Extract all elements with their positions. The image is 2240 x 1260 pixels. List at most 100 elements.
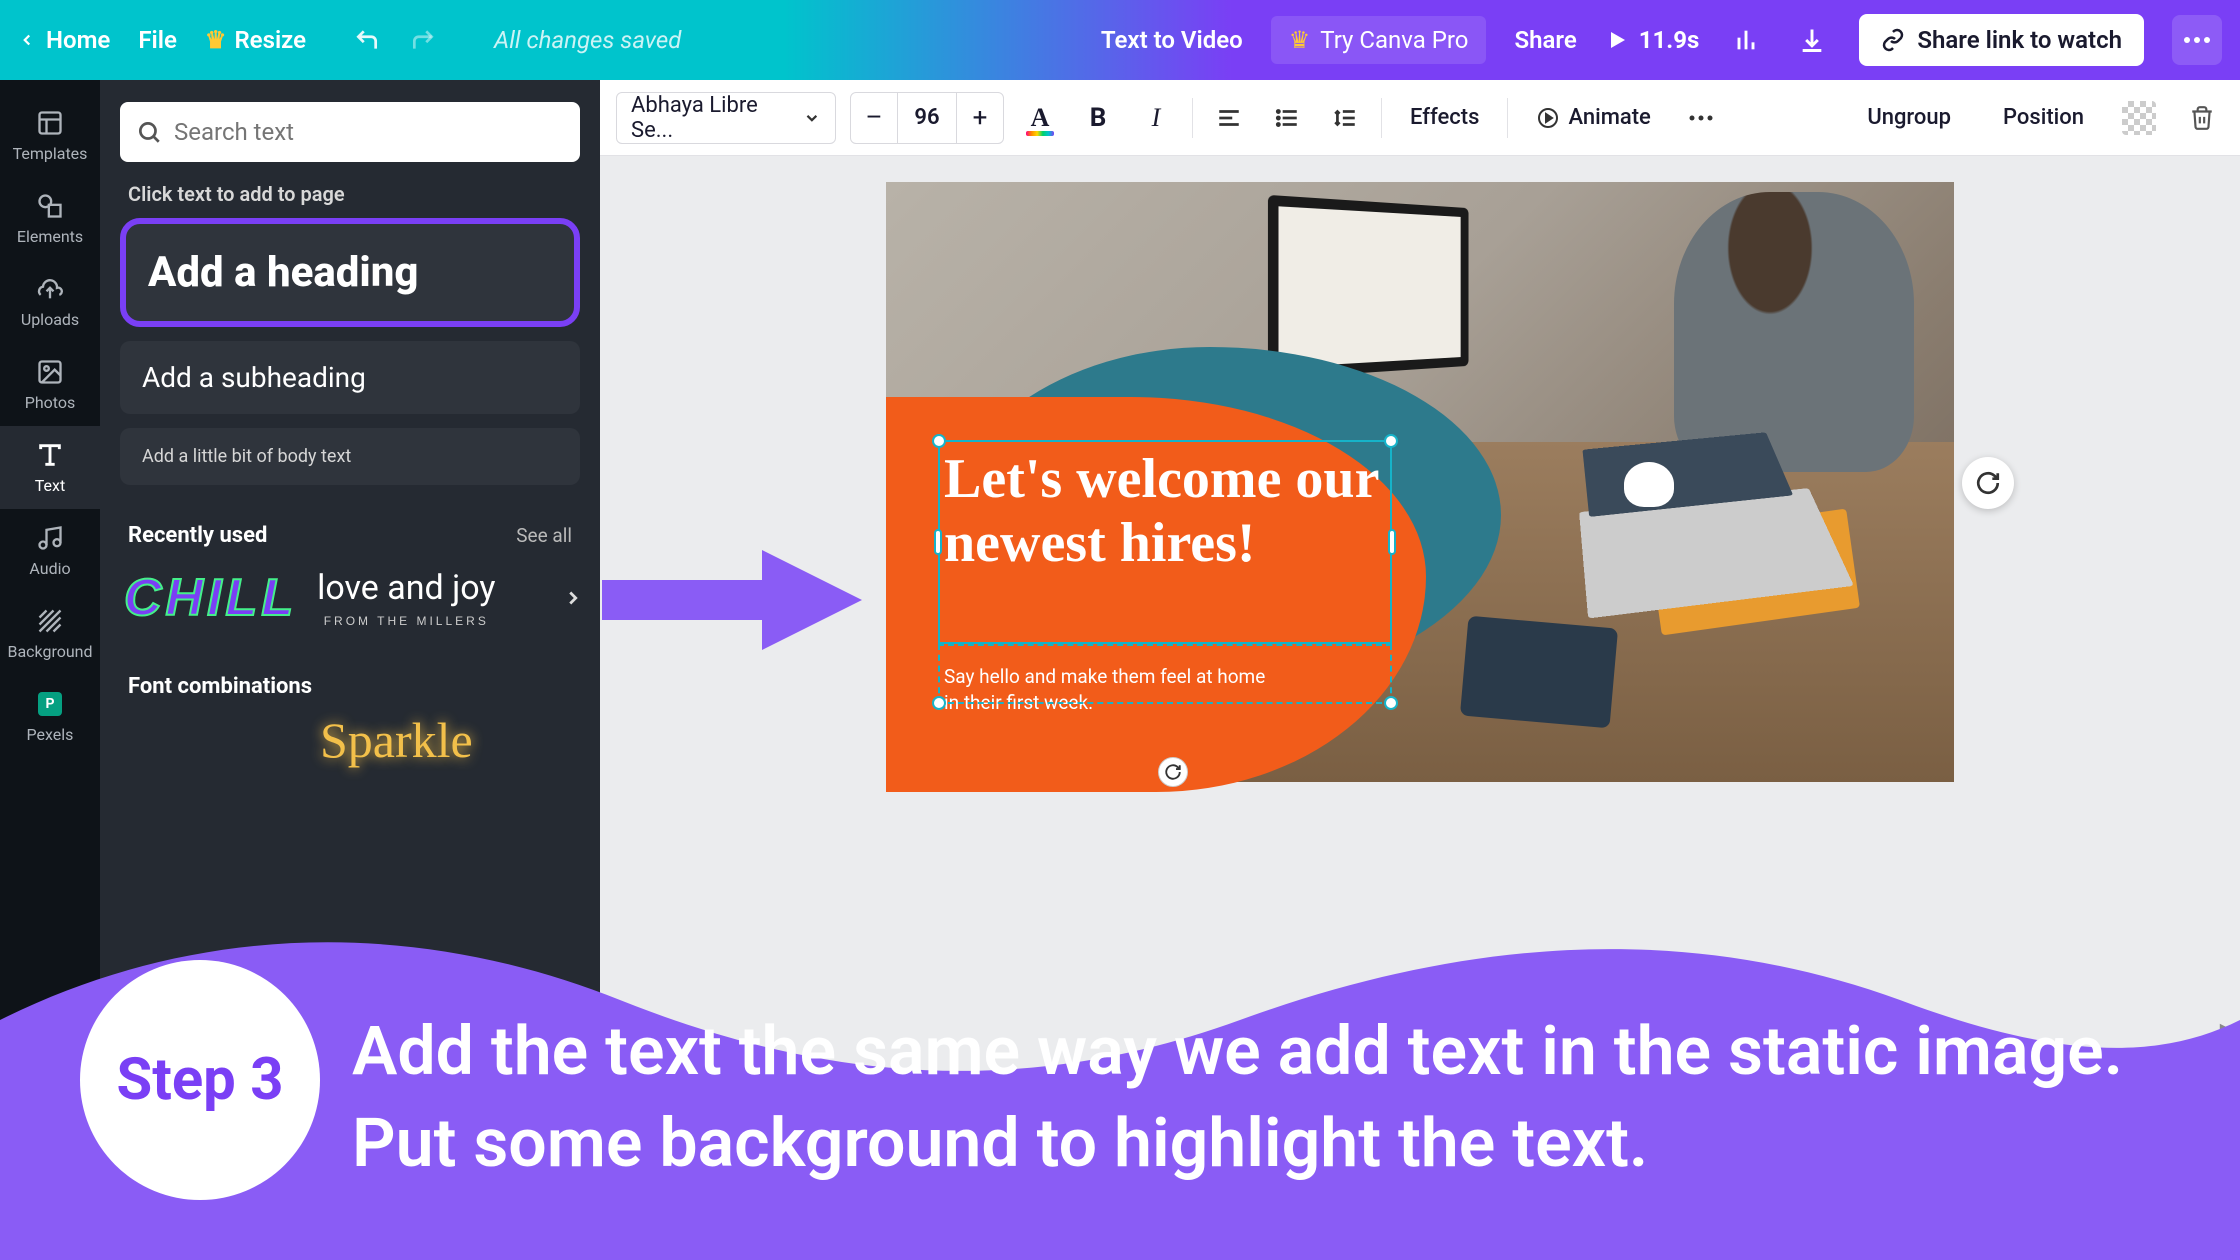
scroll-left-icon[interactable]: ◀ — [608, 1019, 620, 1038]
rail-uploads[interactable]: Uploads — [0, 260, 100, 343]
section-title: Recently used — [128, 523, 267, 548]
crown-icon: ♛ — [1289, 26, 1311, 54]
search-box[interactable] — [120, 102, 580, 162]
canvas-area: Abhaya Libre Se... – 96 + A B I Effects — [600, 80, 2240, 1260]
trash-icon — [2189, 105, 2215, 131]
rotate-handle[interactable] — [1158, 757, 1188, 787]
analytics-button[interactable] — [1727, 21, 1765, 59]
text-sample-sparkle[interactable]: Sparkle — [320, 711, 580, 769]
scroll-right-icon[interactable]: ▶ — [2220, 1019, 2232, 1038]
handle-br[interactable] — [1384, 696, 1398, 710]
font-size-decrease[interactable]: – — [851, 103, 897, 133]
italic-button[interactable]: I — [1134, 96, 1178, 140]
save-status: All changes saved — [494, 26, 681, 54]
file-menu[interactable]: File — [138, 26, 177, 54]
chevron-right-icon — [562, 587, 584, 609]
separator — [1192, 98, 1193, 138]
templates-icon — [35, 108, 65, 138]
spacing-button[interactable] — [1323, 96, 1367, 140]
section-title: Font combinations — [128, 674, 312, 699]
rail-pexels[interactable]: P Pexels — [0, 675, 100, 758]
more-menu-button[interactable] — [2172, 15, 2222, 65]
list-button[interactable] — [1265, 96, 1309, 140]
text-to-video-button[interactable]: Text to Video — [1101, 26, 1243, 54]
home-button[interactable]: Home — [18, 26, 110, 54]
more-icon — [1688, 114, 1714, 122]
animate-button[interactable]: Animate — [1522, 96, 1664, 140]
share-button[interactable]: Share — [1514, 26, 1576, 54]
transparency-button[interactable] — [2122, 101, 2156, 135]
color-bar — [1026, 131, 1054, 136]
download-button[interactable] — [1793, 21, 1831, 59]
link-icon — [1881, 28, 1905, 52]
handle-ml[interactable] — [934, 529, 942, 555]
handle-bl[interactable] — [932, 696, 946, 710]
try-pro-label: Try Canva Pro — [1320, 26, 1468, 54]
redo-icon[interactable] — [410, 27, 436, 53]
top-bar: Home File ♛ Resize All changes saved Tex… — [0, 0, 2240, 80]
see-all-link[interactable]: See all — [516, 524, 572, 547]
rail-text[interactable]: Text — [0, 426, 100, 509]
rail-elements[interactable]: Elements — [0, 177, 100, 260]
font-family-select[interactable]: Abhaya Libre Se... — [616, 92, 836, 144]
text-color-a-icon: A — [1031, 103, 1050, 133]
rail-templates[interactable]: Templates — [0, 94, 100, 177]
font-name-label: Abhaya Libre Se... — [631, 93, 803, 143]
share-link-button[interactable]: Share link to watch — [1859, 14, 2144, 66]
chevron-down-icon — [803, 109, 821, 127]
resize-button[interactable]: ♛ Resize — [205, 26, 306, 54]
play-icon — [654, 1193, 680, 1219]
bold-button[interactable]: B — [1076, 96, 1120, 140]
undo-redo-group — [354, 27, 436, 53]
timeline-clip-2[interactable]: let's welour newhires! — [942, 1164, 1142, 1248]
refresh-icon — [1975, 470, 2001, 496]
download-icon — [1798, 26, 1826, 54]
handle-tr[interactable] — [1384, 434, 1398, 448]
handle-tl[interactable] — [932, 434, 946, 448]
add-subheading-button[interactable]: Add a subheading — [120, 341, 580, 414]
rail-background[interactable]: Background — [0, 592, 100, 675]
design-page[interactable]: Let's welcome our newest hires! Say hell… — [886, 182, 1954, 782]
position-button[interactable]: Position — [1989, 96, 2098, 140]
handle-mr[interactable] — [1388, 529, 1396, 555]
recently-used-row: CHILL love and joy FROM THE MILLERS — [120, 560, 580, 636]
try-canva-pro-button[interactable]: ♛ Try Canva Pro — [1271, 16, 1487, 64]
clip-thumb-text: let's welour newhires! — [1083, 1183, 1133, 1239]
delete-button[interactable] — [2180, 96, 2224, 140]
timeline-clip-1[interactable] — [718, 1164, 918, 1248]
playhead-marker[interactable]: ▼ — [862, 1143, 880, 1164]
page-refresh-button[interactable] — [1962, 457, 2014, 509]
ungroup-button[interactable]: Ungroup — [1853, 96, 1965, 140]
spacing-icon — [1332, 105, 1358, 131]
text-sample-chill[interactable]: CHILL — [124, 568, 297, 628]
play-duration[interactable]: 11.9s — [1605, 26, 1700, 54]
timeline-play-button[interactable] — [640, 1179, 694, 1233]
search-input[interactable] — [174, 118, 564, 146]
share-link-label: Share link to watch — [1917, 26, 2122, 54]
more-options-button[interactable] — [1679, 96, 1723, 140]
text-sample-lovejoy[interactable]: love and joy FROM THE MILLERS — [317, 568, 495, 628]
separator — [1381, 98, 1382, 138]
photo-person — [1674, 192, 1914, 472]
align-button[interactable] — [1207, 96, 1251, 140]
add-page-button[interactable]: + — [1166, 1164, 1296, 1248]
font-size-increase[interactable]: + — [957, 103, 1003, 133]
background-icon — [35, 606, 65, 636]
effects-button[interactable]: Effects — [1396, 96, 1493, 140]
rail-label: Uploads — [21, 310, 79, 329]
text-color-button[interactable]: A — [1018, 96, 1062, 140]
add-heading-button[interactable]: Add a heading — [120, 218, 580, 327]
rail-audio[interactable]: Audio — [0, 509, 100, 592]
italic-icon: I — [1152, 103, 1161, 133]
font-combos-header: Font combinations — [128, 674, 572, 699]
selection-box[interactable] — [938, 440, 1392, 644]
add-body-text-button[interactable]: Add a little bit of body text — [120, 428, 580, 485]
play-icon — [1605, 28, 1629, 52]
side-rail: Templates Elements Uploads Photos Text A… — [0, 80, 100, 1260]
carousel-next-button[interactable] — [562, 587, 584, 609]
rail-photos[interactable]: Photos — [0, 343, 100, 426]
undo-icon[interactable] — [354, 27, 380, 53]
chart-icon — [1732, 26, 1760, 54]
selection-box-sub[interactable] — [938, 644, 1392, 704]
font-size-value[interactable]: 96 — [897, 93, 957, 143]
